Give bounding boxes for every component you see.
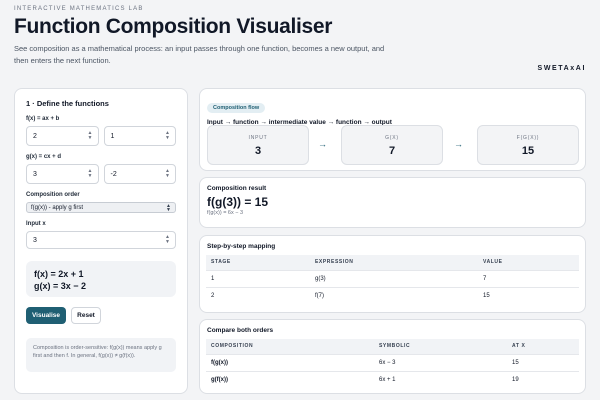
- table-cell: 15: [507, 353, 579, 371]
- table-cell: g(f(x)): [206, 370, 374, 388]
- flow-box-label: G(X): [385, 135, 399, 141]
- table-row: f(g(x)) 6x − 3 15: [206, 353, 579, 371]
- arrow-right-icon: →: [454, 139, 463, 149]
- table-row: g(f(x)) 6x + 1 19: [206, 370, 579, 388]
- flow-box-fgx: F(G(X)) 15: [477, 125, 579, 165]
- steps-title: Step-by-step mapping: [207, 243, 276, 250]
- composition-order-select[interactable]: f(g(x)) - apply g first ▲ ▼: [26, 202, 176, 213]
- flow-box-value: 7: [388, 145, 396, 157]
- composition-flow-pill: Composition flow: [207, 103, 266, 113]
- input-x-field[interactable]: 3 ▲ ▼: [26, 231, 176, 249]
- table-cell: 15: [478, 286, 579, 304]
- page-subtitle: See composition as a mathematical proces…: [14, 44, 385, 65]
- define-title: 1 · Define the functions: [26, 99, 109, 108]
- arrow-right-icon: →: [318, 139, 327, 149]
- table-cell: 6x − 3: [374, 353, 507, 371]
- compare-orders-panel: Compare both orders COMPOSITION SYMBOLIC…: [199, 319, 586, 394]
- f-label: f(x) = ax + b: [26, 116, 60, 122]
- table-cell: 2: [206, 286, 310, 304]
- order-note: Composition is order-sensitive: f(g(x)) …: [26, 338, 176, 372]
- page-title: Function Composition Visualiser: [14, 15, 333, 38]
- compare-table: COMPOSITION SYMBOLIC AT X f(g(x)) 6x − 3…: [206, 339, 579, 388]
- column-header: EXPRESSION: [310, 255, 478, 270]
- table-cell: 7: [478, 269, 579, 287]
- f-b-value: 1: [110, 132, 115, 140]
- stepper-icon[interactable]: ▲ ▼: [165, 131, 170, 141]
- select-arrows-icon: ▲ ▼: [166, 202, 171, 213]
- table-cell: f(7): [310, 286, 478, 304]
- table-row: 2 f(7) 15: [206, 286, 579, 304]
- f-a-value: 2: [33, 132, 37, 140]
- table-cell: g(3): [310, 269, 478, 287]
- input-label: Input x: [26, 221, 46, 227]
- column-header: SYMBOLIC: [374, 339, 507, 354]
- page-header: INTERACTIVE MATHEMATICS LAB Function Com…: [14, 6, 586, 72]
- table-cell: 6x + 1: [374, 370, 507, 388]
- column-header: VALUE: [478, 255, 579, 270]
- flow-box-label: F(G(X)): [516, 135, 540, 141]
- formula-summary: f(x) = 2x + 1 g(x) = 3x − 2: [26, 261, 176, 297]
- g-c-input[interactable]: 3 ▲ ▼: [26, 164, 99, 184]
- step-mapping-panel: Step-by-step mapping STAGE EXPRESSION VA…: [199, 235, 586, 313]
- g-d-value: -2: [110, 170, 117, 178]
- brand-logo: SWETAxAI: [537, 65, 586, 72]
- formula-f: f(x) = 2x + 1: [34, 269, 84, 279]
- table-row: 1 g(3) 7: [206, 269, 579, 287]
- stepper-icon[interactable]: ▲ ▼: [88, 169, 93, 179]
- column-header: AT X: [507, 339, 579, 354]
- steps-table: STAGE EXPRESSION VALUE 1 g(3) 7 2 f(7) 1…: [206, 255, 579, 304]
- define-functions-panel: 1 · Define the functions f(x) = ax + b 2…: [14, 88, 188, 394]
- compare-title: Compare both orders: [207, 327, 274, 334]
- stepper-icon[interactable]: ▲ ▼: [165, 235, 170, 245]
- result-expression: f(g(x)) = 6x − 3: [207, 210, 244, 216]
- g-label: g(x) = cx + d: [26, 154, 62, 160]
- order-label: Composition order: [26, 192, 80, 198]
- table-header-row: STAGE EXPRESSION VALUE: [206, 255, 579, 270]
- stepper-icon[interactable]: ▲ ▼: [165, 169, 170, 179]
- f-b-input[interactable]: 1 ▲ ▼: [103, 126, 176, 146]
- flow-box-gx: G(X) 7: [341, 125, 443, 165]
- order-value: f(g(x)) - apply g first: [31, 204, 84, 211]
- formula-g: g(x) = 3x − 2: [34, 281, 87, 291]
- flow-box-value: 3: [254, 145, 262, 157]
- flow-box-input: INPUT 3: [207, 125, 309, 165]
- page-kicker: INTERACTIVE MATHEMATICS LAB: [14, 6, 144, 12]
- reset-button[interactable]: Reset: [71, 307, 101, 324]
- column-header: STAGE: [206, 255, 310, 270]
- f-a-input[interactable]: 2 ▲ ▼: [26, 126, 99, 146]
- visualise-button[interactable]: Visualise: [26, 307, 66, 324]
- g-d-input[interactable]: -2 ▲ ▼: [103, 164, 176, 184]
- composition-result-panel: Composition result f(g(3)) = 15 f(g(x)) …: [199, 177, 586, 228]
- input-x-value: 3: [33, 236, 37, 244]
- result-value: f(g(3)) = 15: [207, 195, 269, 209]
- flow-box-label: INPUT: [248, 135, 268, 141]
- g-c-value: 3: [33, 170, 37, 178]
- composition-flow-panel: Composition flow Input → function → inte…: [199, 88, 586, 171]
- result-label: Composition result: [207, 185, 267, 192]
- table-cell: 1: [206, 269, 310, 287]
- stepper-icon[interactable]: ▲ ▼: [88, 131, 93, 141]
- flow-box-value: 15: [521, 145, 535, 157]
- table-cell: f(g(x)): [206, 353, 374, 371]
- table-header-row: COMPOSITION SYMBOLIC AT X: [206, 339, 579, 354]
- table-cell: 19: [507, 370, 579, 388]
- column-header: COMPOSITION: [206, 339, 374, 354]
